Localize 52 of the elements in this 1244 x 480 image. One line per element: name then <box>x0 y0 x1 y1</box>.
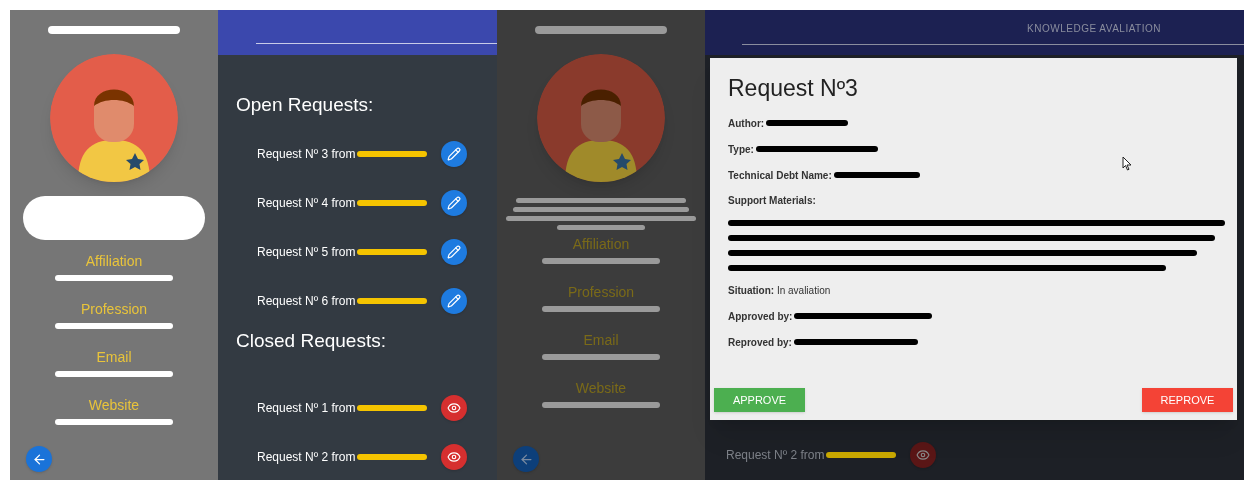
view-button[interactable] <box>441 443 468 470</box>
section-heading: Open Requests: <box>236 93 375 117</box>
edit-button[interactable] <box>441 140 468 167</box>
eye-icon <box>447 400 462 415</box>
reprove-button[interactable]: REPROVE <box>1142 388 1233 412</box>
redaction-mark <box>826 451 897 458</box>
edit-button[interactable] <box>441 189 468 216</box>
redaction-mark <box>357 150 428 157</box>
cursor-icon <box>1122 156 1132 171</box>
field-label: Support Materials: <box>728 194 817 208</box>
view-button[interactable] <box>910 441 937 468</box>
pencil-icon <box>447 293 462 308</box>
request-label: Request Nº 2 from <box>257 448 356 466</box>
field-label: Profession <box>80 300 148 319</box>
field-label: Author: <box>728 116 765 131</box>
pencil-icon <box>447 244 462 259</box>
field-label: Reproved by: <box>728 335 792 350</box>
back-button[interactable] <box>26 446 52 472</box>
field-label: Profession <box>567 283 635 302</box>
eye-icon <box>447 449 462 464</box>
view-button[interactable] <box>441 394 468 421</box>
pencil-icon <box>447 146 462 161</box>
field-label: Website <box>575 379 627 398</box>
field-label: Approved by: <box>728 309 793 324</box>
redaction-mark <box>357 453 428 460</box>
situation-text: Situation: In avaliation <box>728 283 831 298</box>
pencil-icon <box>447 195 462 210</box>
field-label: Affiliation <box>85 252 143 271</box>
redaction-mark <box>357 404 428 411</box>
eye-icon <box>916 447 931 462</box>
back-button[interactable] <box>513 446 539 472</box>
redaction-mark <box>357 297 428 304</box>
field-label: Technical Debt Name: <box>728 168 832 183</box>
dialog-title: Request Nº3 <box>728 74 859 102</box>
field-label: Affiliation <box>572 235 630 254</box>
request-label: Request Nº 2 from <box>726 446 825 464</box>
section-heading: Closed Requests: <box>236 329 387 353</box>
approve-button[interactable]: APPROVE <box>714 388 805 412</box>
request-label: Request Nº 1 from <box>257 399 356 417</box>
header-title: KNOWLEDGE AVALIATION <box>1027 22 1161 36</box>
request-label: Request Nº 3 from <box>257 145 356 163</box>
field-label: Email <box>583 331 619 350</box>
redaction-mark <box>357 199 428 206</box>
request-label: Request Nº 5 from <box>257 243 356 261</box>
redaction-mark <box>357 248 428 255</box>
request-label: Request Nº 4 from <box>257 194 356 212</box>
field-label: Type: <box>728 142 754 157</box>
field-label: Email <box>96 348 132 367</box>
field-label: Website <box>88 396 140 415</box>
edit-button[interactable] <box>441 238 468 265</box>
edit-button[interactable] <box>441 287 468 314</box>
request-label: Request Nº 6 from <box>257 292 356 310</box>
